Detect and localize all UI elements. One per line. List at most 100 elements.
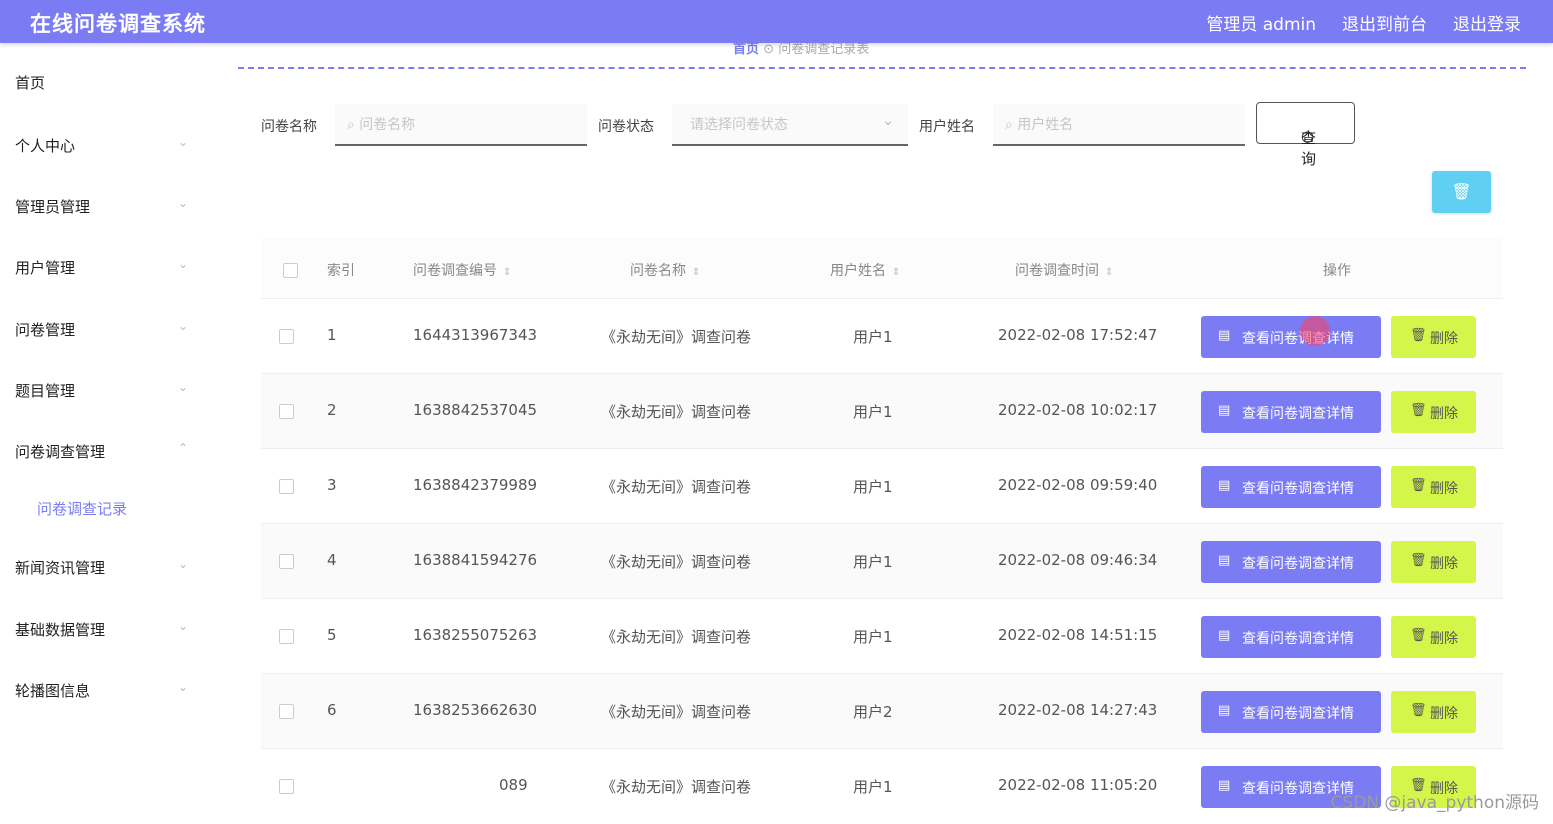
sort-icon[interactable]: ⇕ [692,267,700,278]
row-checkbox[interactable] [279,404,294,419]
table-row: 3 1638842379989 《永劫无间》调查问卷 用户1 2022-02-0… [261,448,1503,524]
chevron-up-icon: ⌃ [178,441,189,455]
back-to-frontend-link[interactable]: 退出到前台 [1342,10,1427,35]
column-header-actions: 操作 [1323,263,1351,279]
view-detail-button[interactable]: ▤ 查看问卷调查详情 [1201,541,1381,583]
document-icon: ▤ [1218,403,1231,418]
table-row: 089 《永劫无间》调查问卷 用户1 2022-02-08 11:05:20 ▤… [261,748,1503,824]
table-row: 5 1638255075263 《永劫无间》调查问卷 用户1 2022-02-0… [261,598,1503,674]
column-header-user[interactable]: 用户姓名 ⇕ [830,260,900,280]
sidebar-item-admin-management[interactable]: 管理员管理 ⌄ [0,186,200,226]
cell-code: 1638842379989 [413,476,538,494]
chevron-down-icon: ⌄ [178,196,189,210]
cell-time: 2022-02-08 11:05:20 [998,776,1158,794]
cell-name: 《永劫无间》调查问卷 [601,778,752,796]
sidebar: 首页 个人中心 ⌄ 管理员管理 ⌄ 用户管理 ⌄ 问卷管理 ⌄ 题目管理 ⌄ 问卷调查管理… [0,43,215,823]
sidebar-item-survey-management[interactable]: 问卷调查管理 ⌃ [0,431,200,471]
document-icon: ▤ [1218,328,1231,343]
sidebar-item-carousel[interactable]: 轮播图信息 ⌄ [0,670,200,710]
sidebar-item-questionnaire-management[interactable]: 问卷管理 ⌄ [0,309,200,349]
sort-icon[interactable]: ⇕ [503,267,511,278]
user-name-placeholder: 用户姓名 [1017,117,1074,133]
watermark: CSDN @java_python源码 [1330,793,1539,813]
sidebar-item-home[interactable]: 首页 [0,62,200,102]
delete-button[interactable]: 🗑 删除 [1391,466,1476,508]
sidebar-item-question-management[interactable]: 题目管理 ⌄ [0,370,200,410]
delete-button[interactable]: 🗑 删除 [1391,541,1476,583]
batch-delete-button[interactable]: 🗑 [1432,171,1491,213]
delete-label: 删除 [1430,406,1458,422]
view-detail-button[interactable]: ▤ 查看问卷调查详情 [1201,616,1381,658]
questionnaire-status-select[interactable]: 请选择问卷状态 ⌄ [672,104,908,146]
dashed-divider [238,67,1526,69]
search-icon: ⌕ 用户姓名 [1005,117,1074,133]
column-header-time[interactable]: 问卷调查时间 ⇕ [1015,260,1113,280]
cell-name: 《永劫无间》调查问卷 [601,703,752,721]
document-icon: ▤ [1218,628,1231,643]
row-checkbox[interactable] [279,479,294,494]
view-detail-label: 查看问卷调查详情 [1242,331,1354,347]
sidebar-item-label: 首页 [15,74,46,92]
breadcrumb-home[interactable]: 首页 [733,42,759,57]
breadcrumb-current: 问卷调查记录表 [778,42,870,57]
cell-user: 用户2 [853,703,893,721]
row-checkbox[interactable] [279,779,294,794]
cell-user: 用户1 [853,628,893,646]
logout-link[interactable]: 退出登录 [1453,10,1521,35]
breadcrumb-separator-icon: ⊙ [763,42,779,57]
chevron-down-icon: ⌄ [882,113,894,129]
delete-label: 删除 [1430,631,1458,647]
delete-button[interactable]: 🗑 删除 [1391,616,1476,658]
row-checkbox[interactable] [279,704,294,719]
document-icon: ▤ [1218,553,1231,568]
cell-code: 1638253662630 [413,701,538,719]
cell-code: 1638841594276 [413,551,538,569]
questionnaire-status-label: 问卷状态 [598,119,654,135]
user-name-input[interactable]: ⌕ 用户姓名 [993,104,1245,146]
document-icon: ▤ [1218,703,1231,718]
row-checkbox[interactable] [279,554,294,569]
column-header-code[interactable]: 问卷调查编号 ⇕ [413,260,511,280]
sort-icon[interactable]: ⇕ [1105,267,1113,278]
cell-code: 089 [499,776,528,794]
cell-user: 用户1 [853,328,893,346]
sort-icon[interactable]: ⇕ [892,267,900,278]
delete-label: 删除 [1430,556,1458,572]
table-header: 索引 问卷调查编号 ⇕ 问卷名称 ⇕ 用户姓名 ⇕ 问卷调查时间 ⇕ 操作 [261,238,1503,298]
select-all-checkbox[interactable] [283,263,298,278]
admin-user-link[interactable]: 管理员 admin [1206,10,1316,35]
search-button[interactable]: 查询 ○ [1256,102,1355,168]
row-checkbox[interactable] [279,329,294,344]
view-detail-button[interactable]: ▤ 查看问卷调查详情 [1201,391,1381,433]
cell-code: 1638255075263 [413,626,538,644]
delete-button[interactable]: 🗑 删除 [1391,691,1476,733]
sidebar-item-survey-records[interactable]: 问卷调查记录 [0,488,200,528]
row-checkbox[interactable] [279,629,294,644]
cell-user: 用户1 [853,403,893,421]
view-detail-button[interactable]: ▤ 查看问卷调查详情 [1201,466,1381,508]
view-detail-button[interactable]: ▤ 查看问卷调查详情 [1201,691,1381,733]
column-header-name[interactable]: 问卷名称 ⇕ [630,260,700,280]
questionnaire-name-input[interactable]: ⌕ 问卷名称 [335,104,587,146]
status-placeholder: 请选择问卷状态 [690,117,788,133]
trash-icon: 🗑 [1451,182,1472,201]
questionnaire-name-label: 问卷名称 [261,119,317,135]
delete-button[interactable]: 🗑 删除 [1391,391,1476,433]
view-detail-label: 查看问卷调查详情 [1242,556,1354,572]
cell-user: 用户1 [853,778,893,796]
sidebar-item-label: 新闻资讯管理 [15,559,106,577]
search-icon: ⌕ 问卷名称 [347,117,416,133]
sidebar-item-label: 问卷管理 [15,321,76,339]
sidebar-item-user-management[interactable]: 用户管理 ⌄ [0,247,200,287]
sidebar-item-basic-data[interactable]: 基础数据管理 ⌄ [0,609,200,649]
delete-button[interactable]: 🗑 删除 [1391,316,1476,358]
cell-time: 2022-02-08 14:27:43 [998,701,1158,719]
sidebar-item-news-management[interactable]: 新闻资讯管理 ⌄ [0,547,200,587]
delete-label: 删除 [1430,481,1458,497]
cell-user: 用户1 [853,553,893,571]
cell-name: 《永劫无间》调查问卷 [601,328,752,346]
cell-index: 3 [327,476,337,494]
cell-code: 1644313967343 [413,326,538,344]
view-detail-button[interactable]: ▤ 查看问卷调查详情 [1201,316,1381,358]
sidebar-item-personal-center[interactable]: 个人中心 ⌄ [0,125,200,165]
